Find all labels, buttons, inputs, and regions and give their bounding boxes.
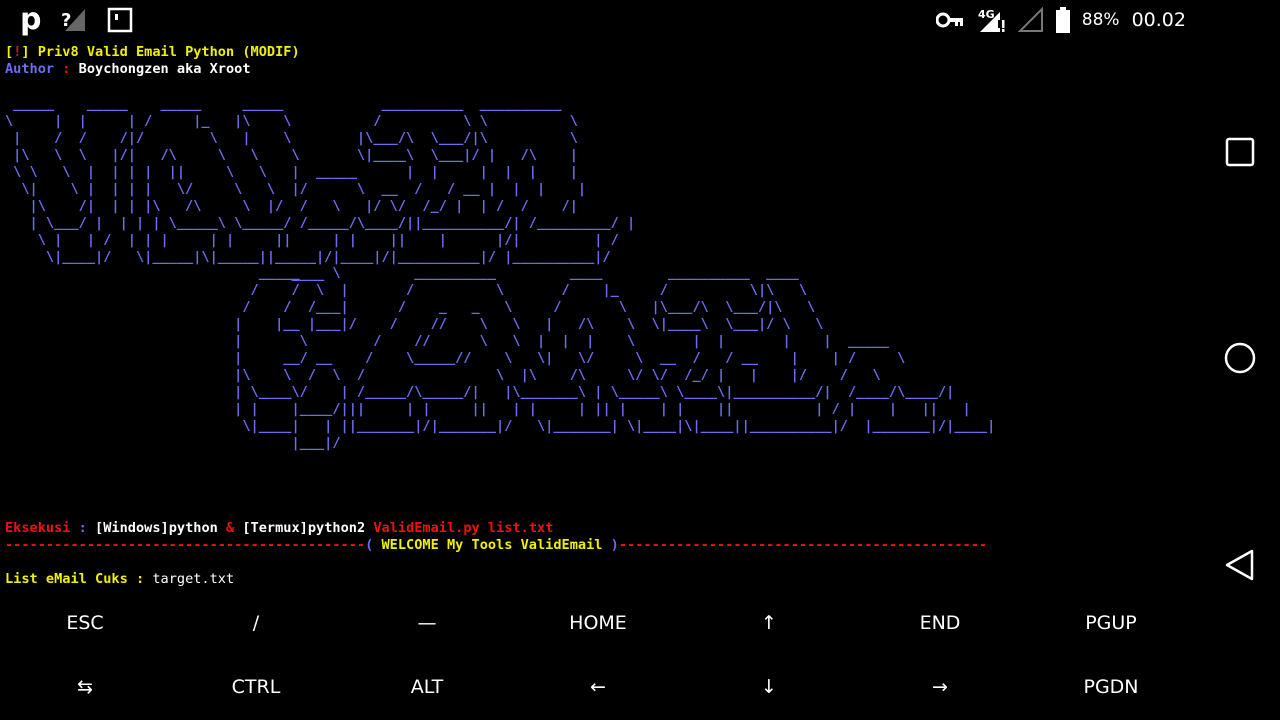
welcome-paren-close: )	[610, 537, 619, 553]
recent-apps-icon	[1225, 137, 1255, 171]
bracket-close: ]	[21, 44, 38, 60]
vpn-key-icon	[935, 12, 964, 28]
welcome-dashes-left: ----------------------------------------…	[5, 537, 366, 553]
exec-amp: &	[226, 520, 243, 536]
welcome-paren-open: (	[365, 537, 382, 553]
ascii-banner-valid-email: _____ _____ _____ _____ __________ _____…	[5, 96, 636, 282]
key-pgdn[interactable]: PGDN	[1026, 655, 1196, 719]
author-label: Author	[5, 61, 63, 77]
welcome-dashes-right: ----------------------------------------…	[618, 537, 988, 553]
terminal-output[interactable]: [!] Priv8 Valid Email Python (MODIF) Aut…	[5, 44, 1195, 78]
list-prompt-line[interactable]: List eMail Cuks : target.txt	[5, 571, 234, 588]
key-alt[interactable]: ALT	[342, 655, 512, 719]
clock: 00.02	[1131, 9, 1186, 31]
status-bar-right: 4G 88% 00.02	[935, 6, 1186, 34]
extra-keys-bar: ESC / — HOME ↑ END PGUP ⇆ CTRL ALT ← ↓ →…	[0, 590, 1200, 720]
signal-4g-icon: 4G	[976, 6, 1006, 34]
header-title-line: [!] Priv8 Valid Email Python (MODIF)	[5, 44, 1195, 61]
script-title: Priv8 Valid Email Python (MODIF)	[37, 44, 300, 60]
exec-colon: :	[78, 520, 96, 536]
key-ctrl[interactable]: CTRL	[171, 655, 341, 719]
author-name: Boychongzen aka Xroot	[78, 61, 251, 77]
back-button[interactable]	[1220, 547, 1260, 587]
recent-apps-button[interactable]	[1220, 134, 1260, 174]
exec-line: Eksekusi : [Windows]python & [Termux]pyt…	[5, 520, 553, 537]
signal-empty-icon	[1017, 7, 1044, 33]
svg-text:4G: 4G	[978, 8, 995, 21]
navigation-bar	[1200, 40, 1280, 720]
battery-percent: 88%	[1081, 10, 1120, 30]
key-home[interactable]: HOME	[513, 591, 683, 655]
key-down[interactable]: ↓	[684, 655, 854, 719]
exec-script: ValidEmail.py list.txt	[373, 520, 554, 536]
home-button[interactable]	[1220, 340, 1260, 380]
author-colon: :	[62, 61, 79, 77]
key-right[interactable]: →	[855, 655, 1025, 719]
welcome-text: WELCOME My Tools ValidEmail	[381, 537, 611, 553]
battery-icon	[1055, 7, 1070, 33]
exec-termux: [Termux]python2	[242, 520, 374, 536]
app-notification-icon: p	[20, 2, 42, 37]
key-left[interactable]: ←	[513, 655, 683, 719]
notification-box-icon	[107, 7, 133, 33]
key-pgup[interactable]: PGUP	[1026, 591, 1196, 655]
key-slash[interactable]: /	[171, 591, 341, 655]
key-up[interactable]: ↑	[684, 591, 854, 655]
exec-label: Eksekusi	[5, 520, 79, 536]
exec-windows: [Windows]python	[95, 520, 226, 536]
list-input-value[interactable]: target.txt	[152, 571, 234, 587]
key-tab[interactable]: ⇆	[0, 655, 170, 719]
key-end[interactable]: END	[855, 591, 1025, 655]
list-label: List eMail Cuks :	[5, 571, 153, 587]
unknown-signal-icon: ?	[61, 7, 87, 33]
status-bar: p ? 4G 88% 00.02	[0, 0, 1280, 40]
welcome-line: ----------------------------------------…	[5, 537, 987, 554]
ascii-banner-second: _____ \ __________ ____ __________ ____ …	[234, 265, 996, 451]
author-line: Author : Boychongzen aka Xroot	[5, 61, 1195, 78]
status-bar-left: p ?	[20, 4, 133, 36]
bracket-open: [	[5, 44, 14, 60]
key-dash[interactable]: —	[342, 591, 512, 655]
back-icon	[1224, 549, 1256, 585]
home-icon	[1224, 342, 1256, 378]
key-esc[interactable]: ESC	[0, 591, 170, 655]
